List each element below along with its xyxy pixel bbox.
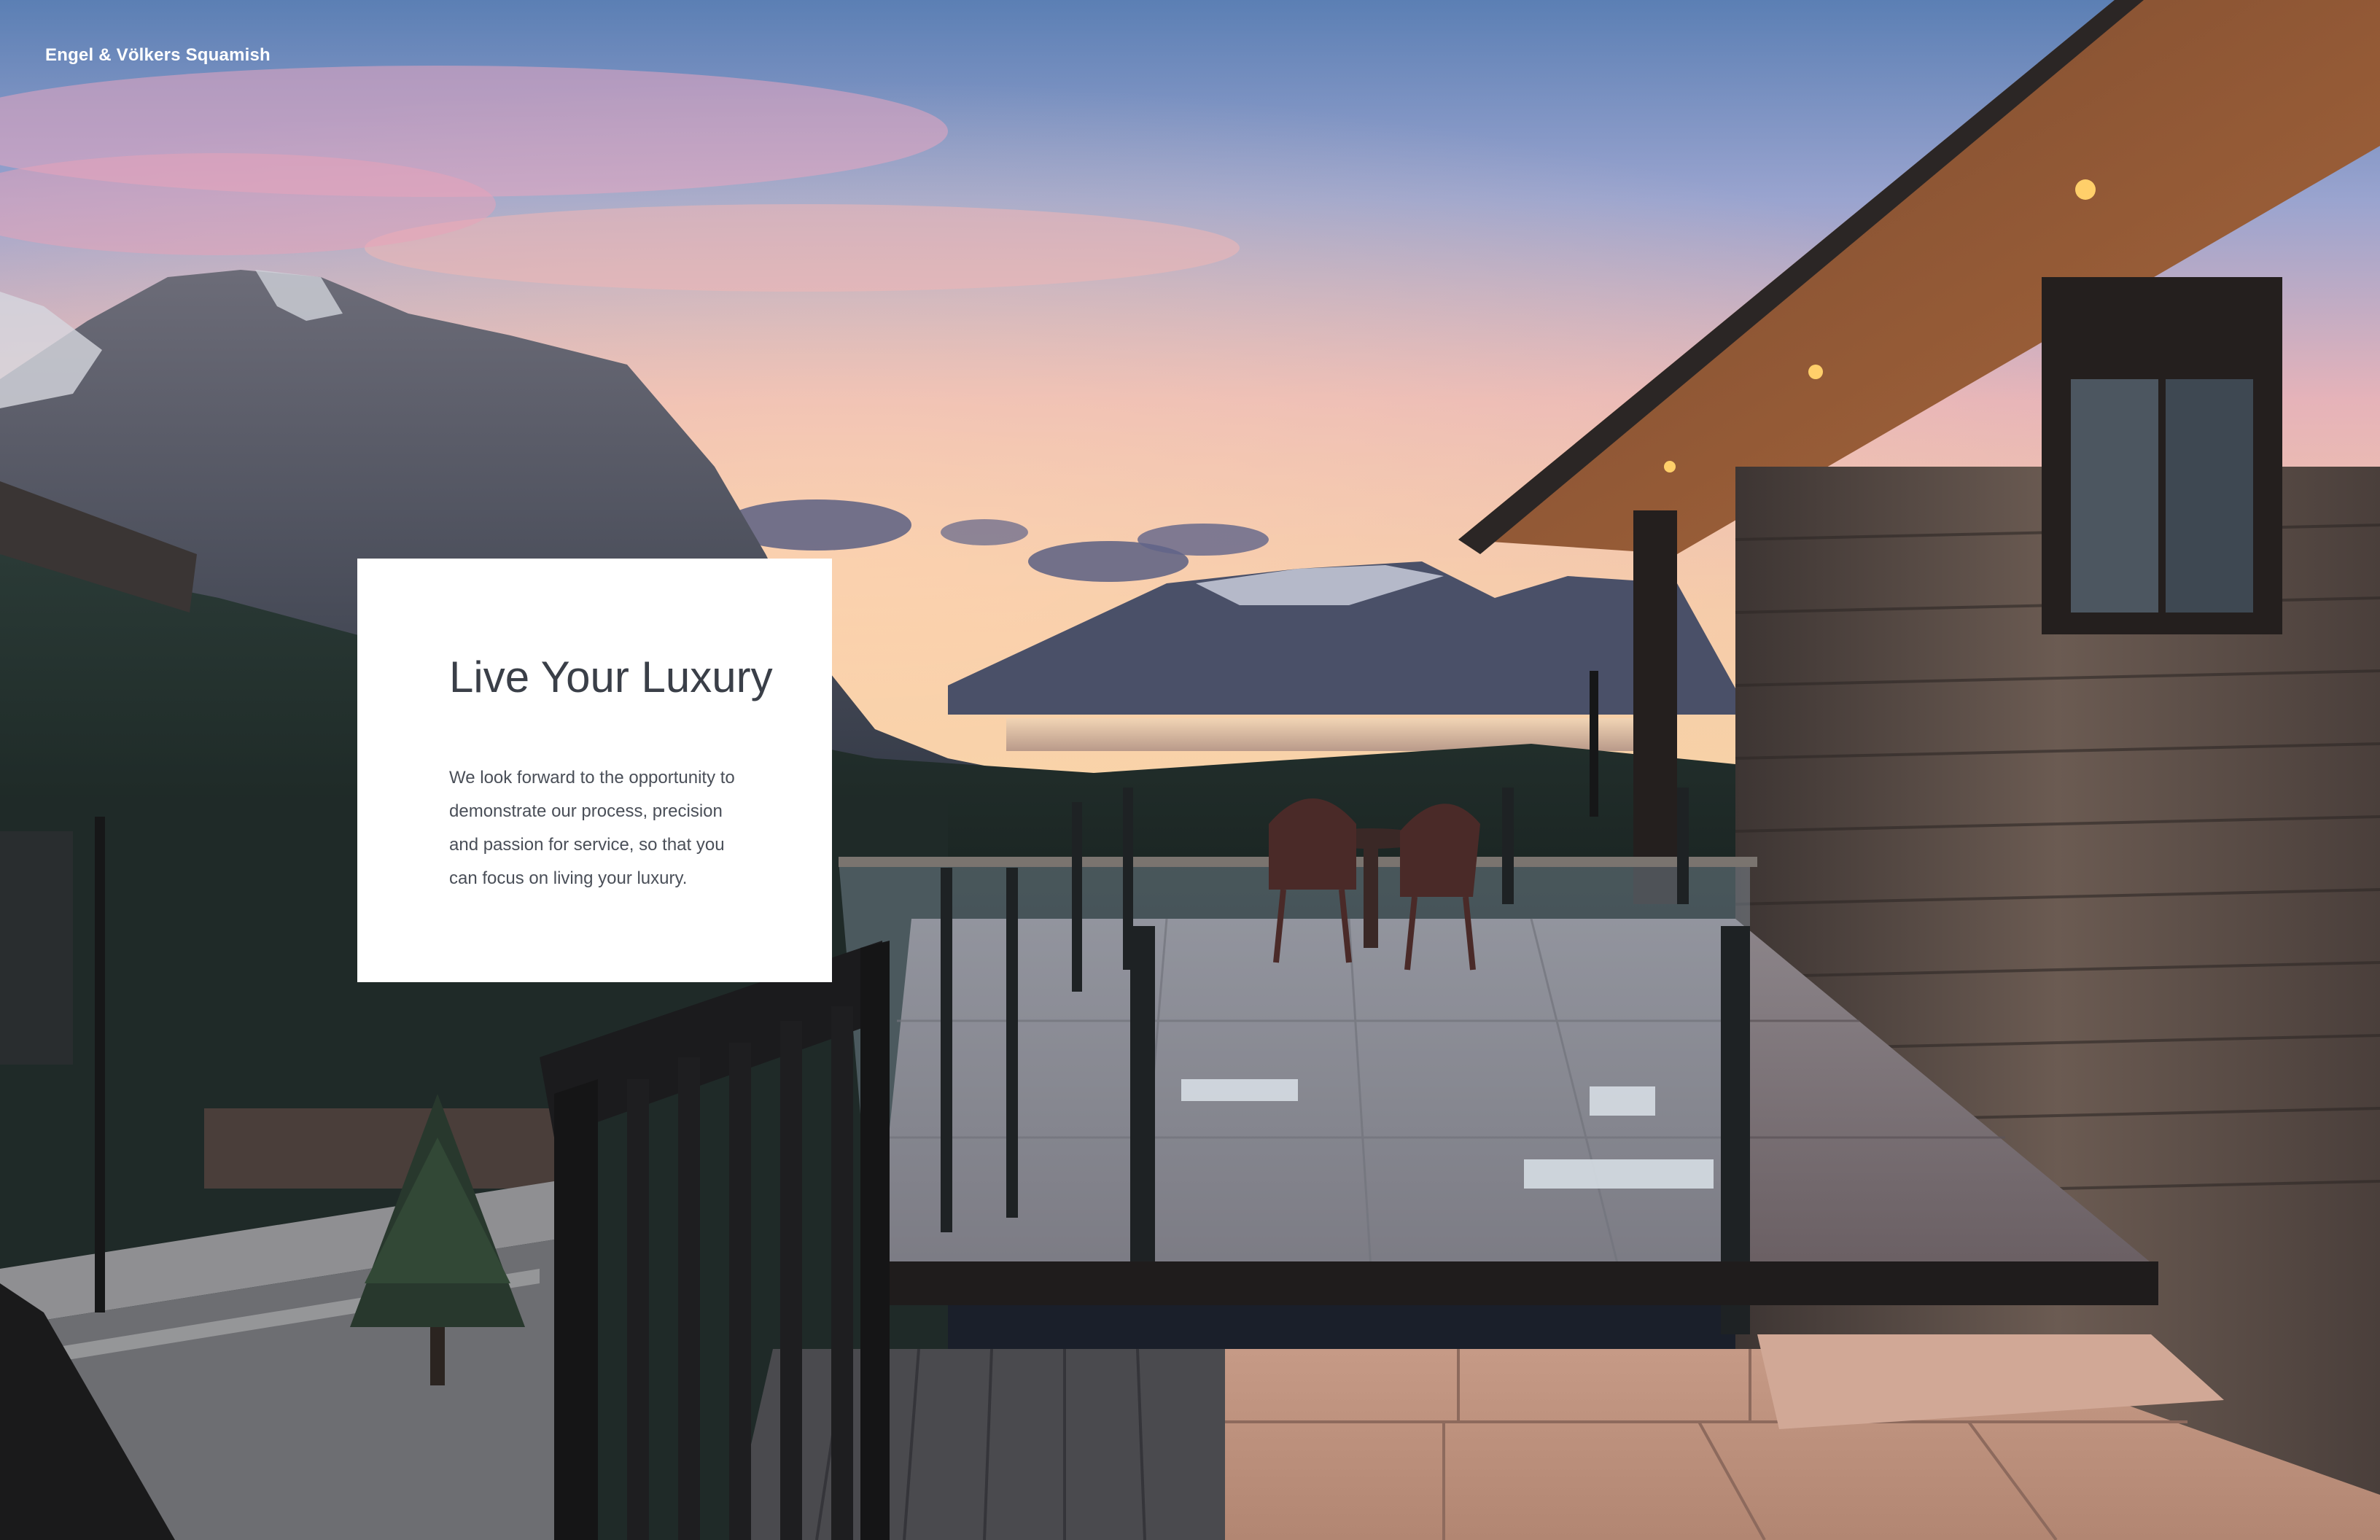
card-body: We look forward to the opportunity to de…	[449, 761, 755, 895]
brand-name: Engel & Völkers Squamish	[45, 45, 271, 65]
card-title: Live Your Luxury	[449, 653, 773, 701]
info-card: Live Your Luxury We look forward to the …	[357, 559, 832, 982]
card-body-line: can focus on living your luxury.	[449, 868, 688, 888]
card-body-line: demonstrate our process, precision	[449, 801, 723, 821]
page: Engel & Völkers Squamish Live Your Luxur…	[0, 0, 2380, 1540]
card-body-line: We look forward to the opportunity to	[449, 768, 735, 788]
card-body-line: and passion for service, so that you	[449, 835, 725, 855]
